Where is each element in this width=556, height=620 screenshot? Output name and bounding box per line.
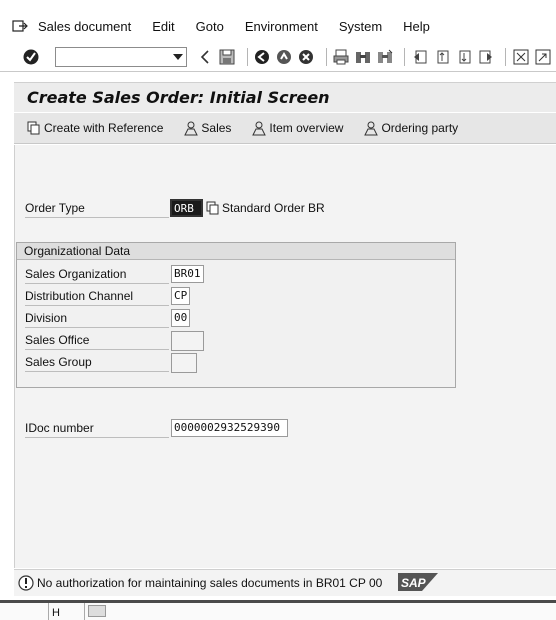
- create-with-reference-button[interactable]: Create with Reference: [26, 120, 163, 136]
- toolbar-separator: [246, 47, 248, 66]
- idoc-number-label: IDoc number: [25, 421, 169, 438]
- menu-edit[interactable]: Edit: [152, 19, 174, 34]
- distribution-channel-input[interactable]: CP: [171, 287, 190, 305]
- back-arrow-icon[interactable]: [197, 48, 214, 66]
- prev-page-icon[interactable]: [433, 48, 450, 66]
- sales-office-input[interactable]: [171, 331, 204, 351]
- save-icon[interactable]: [219, 48, 236, 66]
- division-input[interactable]: 00: [171, 309, 190, 327]
- status-bar: No authorization for maintaining sales d…: [14, 569, 556, 596]
- menu-environment[interactable]: Environment: [245, 19, 318, 34]
- ordering-party-button[interactable]: Ordering party: [363, 120, 458, 136]
- print-icon[interactable]: [333, 48, 350, 66]
- group-title: Organizational Data: [17, 243, 455, 260]
- scroll-handle[interactable]: [88, 605, 106, 617]
- ordering-party-label: Ordering party: [381, 121, 459, 135]
- shortcut-icon[interactable]: [534, 48, 551, 66]
- menu-system[interactable]: System: [339, 19, 382, 34]
- warning-icon: [18, 575, 34, 591]
- sales-office-label: Sales Office: [25, 333, 169, 350]
- division-label: Division: [25, 311, 169, 328]
- menu-goto[interactable]: Goto: [196, 19, 224, 34]
- sales-group-input[interactable]: [171, 353, 197, 373]
- page-title: Create Sales Order: Initial Screen: [27, 88, 330, 107]
- sales-button[interactable]: Sales: [183, 120, 231, 136]
- bottom-strip: H: [0, 600, 556, 620]
- distribution-channel-label: Distribution Channel: [25, 289, 169, 306]
- idoc-number-input[interactable]: 0000002932529390: [171, 419, 288, 437]
- standard-toolbar: [0, 42, 556, 72]
- toolbar-separator: [404, 47, 406, 66]
- find-icon[interactable]: [355, 48, 372, 66]
- find-next-icon[interactable]: [376, 48, 393, 66]
- menu-bar: Sales document Edit Goto Environment Sys…: [0, 14, 556, 38]
- bottom-text: H: [52, 607, 60, 619]
- first-page-icon[interactable]: [411, 48, 428, 66]
- create-session-icon[interactable]: [512, 48, 529, 66]
- divider: [84, 603, 85, 620]
- divider: [48, 603, 49, 620]
- toolbar-separator: [505, 47, 507, 66]
- sap-logo-text: SAP: [401, 576, 427, 590]
- person-icon: [183, 120, 199, 136]
- command-field[interactable]: [55, 46, 187, 67]
- next-page-icon[interactable]: [455, 48, 472, 66]
- search-help-icon[interactable]: [206, 201, 220, 215]
- cancel-icon[interactable]: [298, 48, 315, 66]
- sales-organization-label: Sales Organization: [25, 267, 169, 284]
- back-icon[interactable]: [254, 48, 271, 66]
- toolbar-separator: [325, 47, 327, 66]
- last-page-icon[interactable]: [477, 48, 494, 66]
- sales-group-label: Sales Group: [25, 355, 169, 372]
- enter-icon[interactable]: [22, 48, 40, 66]
- copy-icon: [26, 120, 42, 136]
- person-icon: [363, 120, 379, 136]
- menu-sales-document[interactable]: Sales document: [38, 19, 131, 34]
- menu-exit-icon[interactable]: [12, 19, 28, 33]
- create-with-reference-label: Create with Reference: [44, 121, 164, 135]
- chevron-down-icon[interactable]: [172, 53, 183, 60]
- sales-label: Sales: [201, 121, 232, 135]
- item-overview-label: Item overview: [269, 121, 344, 135]
- person-icon: [251, 120, 267, 136]
- order-type-label: Order Type: [25, 201, 169, 218]
- title-bar: Create Sales Order: Initial Screen: [14, 82, 556, 112]
- status-message[interactable]: No authorization for maintaining sales d…: [37, 576, 382, 590]
- application-toolbar: Create with Reference Sales Item overvie…: [14, 113, 556, 144]
- sap-logo: SAP: [398, 573, 438, 591]
- exit-icon[interactable]: [276, 48, 293, 66]
- sales-organization-input[interactable]: BR01: [171, 265, 204, 283]
- menu-help[interactable]: Help: [403, 19, 430, 34]
- item-overview-button[interactable]: Item overview: [251, 120, 343, 136]
- order-type-description: Standard Order BR: [222, 201, 325, 215]
- order-type-input[interactable]: ORB: [170, 199, 203, 217]
